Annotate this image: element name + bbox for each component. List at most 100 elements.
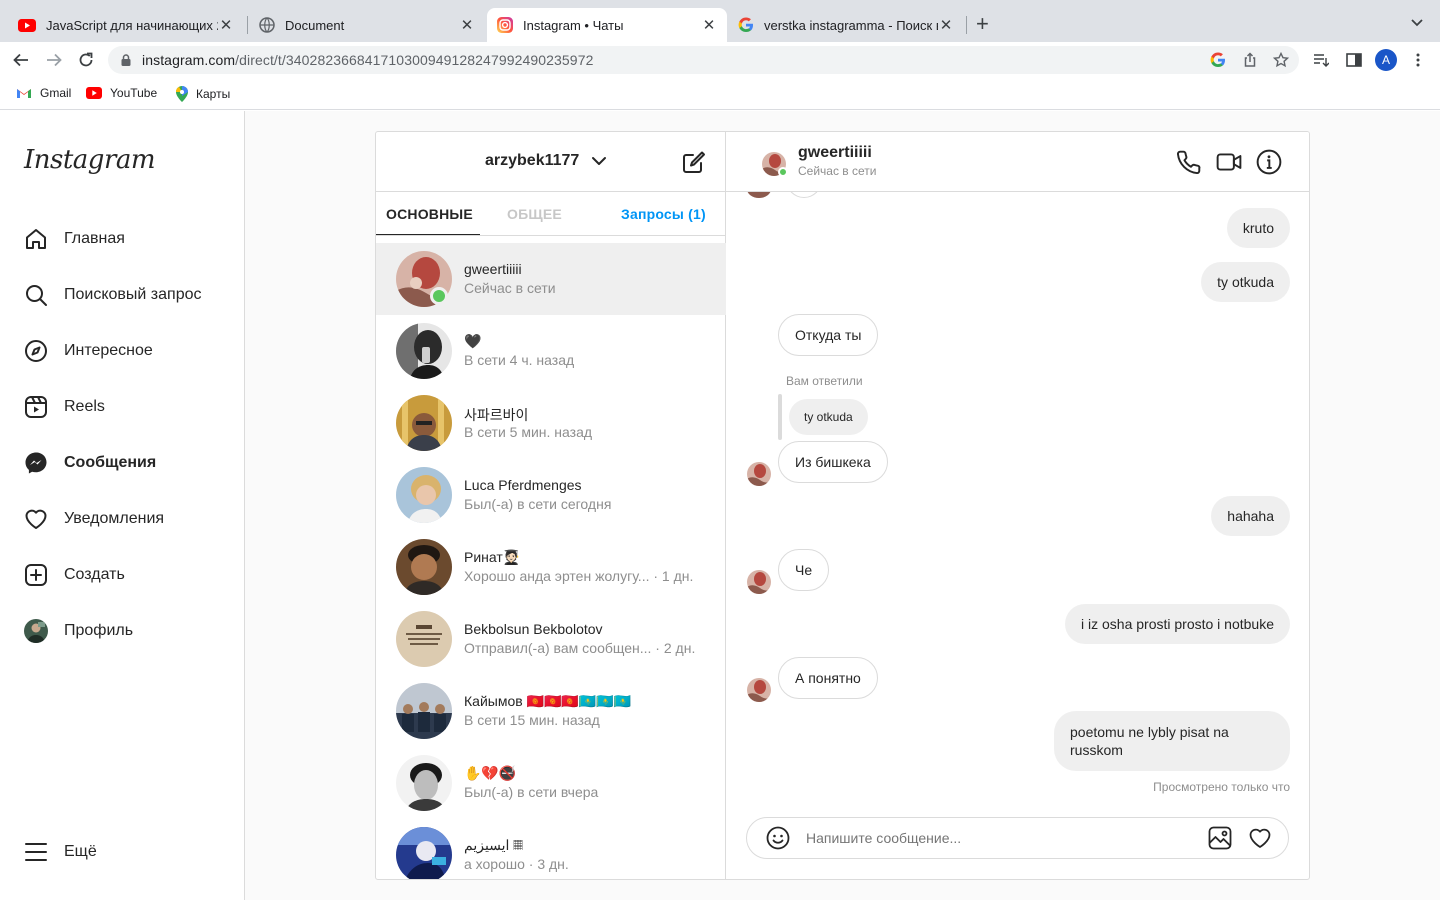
- new-message-icon[interactable]: [682, 150, 706, 174]
- kebab-menu-icon[interactable]: [1410, 52, 1426, 68]
- conversation-status: Был(-а) в сети вчера: [464, 784, 599, 800]
- tab-general[interactable]: ОБЩЕЕ: [507, 206, 562, 222]
- conversation-name: Кайымов 🇰🇬🇰🇬🇰🇬🇰🇿🇰🇿🇰🇿: [464, 693, 632, 709]
- conversation-item[interactable]: ✋💔🚭 Был(-а) в сети вчера: [376, 747, 726, 819]
- profile-avatar[interactable]: A: [1375, 49, 1397, 71]
- sidebar-item-create[interactable]: Создать: [24, 561, 125, 589]
- sidebar-item-label: Поисковый запрос: [64, 286, 202, 303]
- forward-arrow-icon[interactable]: [45, 51, 63, 69]
- address-bar[interactable]: instagram.com/direct/t/34028236684171030…: [108, 46, 1299, 74]
- tab-title: JavaScript для начинающих 2: [46, 17, 218, 33]
- sidebar-item-explore[interactable]: Интересное: [24, 337, 153, 365]
- bookmark-label: Gmail: [40, 86, 72, 100]
- gmail-icon: [16, 87, 32, 99]
- inbox-header: arzybek1177: [376, 132, 726, 192]
- side-panel-icon[interactable]: [1346, 52, 1362, 68]
- reload-icon[interactable]: [77, 51, 95, 69]
- browser-tab-google[interactable]: verstka instagramma - Поиск в ✕: [728, 8, 964, 42]
- tab-separator: [966, 16, 967, 34]
- conversation-item[interactable]: Кайымов 🇰🇬🇰🇬🇰🇬🇰🇿🇰🇿🇰🇿 В сети 15 мин. наза…: [376, 675, 726, 747]
- conversation-name: Bekbolsun Bekbolotov: [464, 621, 603, 637]
- tab-requests[interactable]: Запросы (1): [621, 206, 706, 222]
- conversation-status: В сети 15 мин. назад: [464, 712, 600, 728]
- avatar: [396, 323, 452, 379]
- message-bubble-received[interactable]: Откуда ты: [778, 314, 879, 356]
- sidebar-item-messages[interactable]: Сообщения: [24, 449, 156, 477]
- conversation-name: gweertiiiii: [464, 261, 522, 277]
- avatar: [396, 467, 452, 523]
- sidebar-item-more[interactable]: Ещё: [24, 838, 97, 866]
- bookmark-youtube[interactable]: YouTube: [86, 86, 157, 100]
- sidebar-item-label: Главная: [64, 230, 125, 247]
- message-bubble-sent[interactable]: hahaha: [1211, 496, 1290, 536]
- account-username: arzybek1177: [485, 152, 580, 169]
- bookmark-star-icon[interactable]: [1273, 52, 1289, 68]
- sidebar-item-reels[interactable]: Reels: [24, 393, 105, 421]
- conversation-list-panel: arzybek1177 ОСНОВНЫЕ ОБЩЕЕ Запросы (1) g…: [376, 132, 726, 879]
- heart-icon[interactable]: [1248, 826, 1272, 850]
- conversation-name: Ринат🧑🏻‍🎓: [464, 549, 521, 565]
- sidebar-item-profile[interactable]: Профиль: [24, 617, 133, 645]
- back-arrow-icon[interactable]: [12, 51, 30, 69]
- conversation-item[interactable]: 🖤 В сети 4 ч. назад: [376, 315, 726, 387]
- sidebar-item-label: Создать: [64, 566, 125, 583]
- image-upload-icon[interactable]: [1208, 826, 1232, 850]
- chevron-down-icon: [590, 152, 608, 170]
- close-tab-icon[interactable]: ✕: [218, 17, 234, 34]
- tab-separator: [247, 16, 248, 34]
- instagram-logo[interactable]: Instagram: [24, 145, 156, 175]
- sidebar-item-home[interactable]: Главная: [24, 225, 125, 253]
- reading-list-icon[interactable]: [1313, 52, 1329, 68]
- conversation-item[interactable]: ایسیزیم 𝄜 а хорошо · 3 дн.: [376, 819, 726, 879]
- url-path: /direct/t/340282366841710300949128247992…: [235, 52, 594, 68]
- account-switcher[interactable]: arzybek1177: [485, 152, 608, 170]
- chat-username[interactable]: gweertiiiii: [798, 144, 872, 162]
- message-bubble-sent[interactable]: kruto: [1226, 208, 1290, 248]
- conversation-item[interactable]: Bekbolsun Bekbolotov Отправил(-а) вам со…: [376, 603, 726, 675]
- close-tab-icon[interactable]: ✕: [701, 17, 717, 34]
- sidebar-nav: Instagram Главная Поисковый запрос Интер…: [0, 111, 245, 900]
- message-input[interactable]: [806, 827, 1186, 849]
- quoted-message[interactable]: ty otkuda: [789, 399, 868, 435]
- online-indicator: [778, 167, 788, 177]
- conversation-item[interactable]: Luca Pferdmenges Был(-а) в сети сегодня: [376, 459, 726, 531]
- conversation-status: Был(-а) в сети сегодня: [464, 496, 612, 512]
- browser-toolbar: instagram.com/direct/t/34028236684171030…: [0, 42, 1440, 78]
- tab-title: Instagram • Чаты: [523, 17, 624, 33]
- message-bubble-received[interactable]: А понятно: [778, 657, 878, 699]
- google-translate-icon[interactable]: [1210, 52, 1226, 68]
- bookmarks-bar: Gmail YouTube Карты: [0, 78, 1440, 110]
- message-bubble-sent[interactable]: i iz osha prosti prosto i notbuke: [1065, 604, 1290, 644]
- browser-tab-youtube[interactable]: JavaScript для начинающих 2 ✕: [8, 8, 244, 42]
- conversation-item[interactable]: 사파르바이 В сети 5 мин. назад: [376, 387, 726, 459]
- message-bubble-sent[interactable]: ty otkuda: [1201, 262, 1290, 302]
- seen-status: Просмотрено только что: [1153, 780, 1290, 794]
- bookmark-maps[interactable]: Карты: [176, 86, 230, 102]
- browser-tab-instagram[interactable]: Instagram • Чаты ✕: [487, 8, 727, 42]
- phone-call-icon[interactable]: [1176, 149, 1202, 175]
- close-tab-icon[interactable]: ✕: [938, 17, 954, 34]
- browser-tab-strip: JavaScript для начинающих 2 ✕ Document ✕…: [0, 0, 1440, 42]
- sidebar-item-search[interactable]: Поисковый запрос: [24, 281, 202, 309]
- conversation-item[interactable]: gweertiiiii Сейчас в сети: [376, 243, 726, 315]
- message-bubble-received[interactable]: Че: [778, 549, 830, 591]
- video-call-icon[interactable]: [1216, 149, 1242, 175]
- share-icon[interactable]: [1242, 52, 1258, 68]
- sidebar-item-notifications[interactable]: Уведомления: [24, 505, 164, 533]
- message-bubble-sent[interactable]: poetomu ne lybly pisat na russkom: [1054, 711, 1290, 771]
- lock-icon[interactable]: [121, 54, 131, 66]
- close-tab-icon[interactable]: ✕: [459, 17, 475, 34]
- info-icon[interactable]: [1256, 149, 1282, 175]
- new-tab-button[interactable]: +: [976, 12, 989, 36]
- conversation-status: Сейчас в сети: [464, 280, 556, 296]
- tab-primary[interactable]: ОСНОВНЫЕ: [386, 206, 473, 222]
- browser-tab-document[interactable]: Document ✕: [249, 8, 485, 42]
- conversation-status: Отправил(-а) вам сообщен... · 2 дн.: [464, 640, 696, 656]
- emoji-icon[interactable]: [766, 826, 790, 850]
- tab-search-chevron-icon[interactable]: [1409, 14, 1425, 30]
- bookmark-gmail[interactable]: Gmail: [16, 86, 71, 100]
- message-bubble-received[interactable]: Из бишкека: [778, 441, 888, 483]
- conversation-item[interactable]: Ринат🧑🏻‍🎓 Хорошо анда эртен жолугу... · …: [376, 531, 726, 603]
- sidebar-item-label: Reels: [64, 398, 105, 415]
- search-icon: [24, 283, 48, 307]
